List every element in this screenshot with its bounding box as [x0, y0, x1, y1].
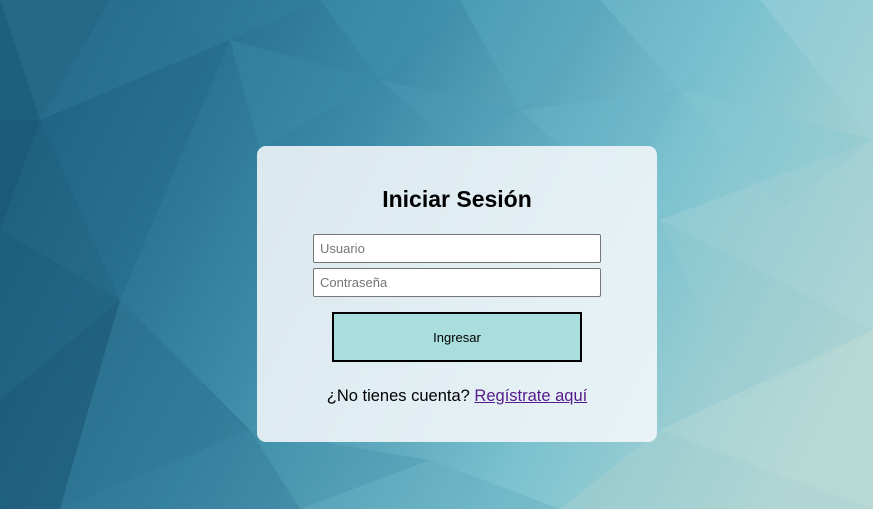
page-title: Iniciar Sesión [382, 186, 532, 212]
username-input[interactable] [313, 234, 601, 263]
login-button[interactable]: Ingresar [332, 312, 582, 362]
login-card: Iniciar Sesión Ingresar ¿No tienes cuent… [257, 146, 657, 442]
signup-prompt: ¿No tienes cuenta? [326, 387, 470, 405]
password-input[interactable] [313, 268, 601, 297]
signup-row: ¿No tienes cuenta? Regístrate aquí [257, 387, 657, 406]
signup-link[interactable]: Regístrate aquí [474, 387, 587, 405]
